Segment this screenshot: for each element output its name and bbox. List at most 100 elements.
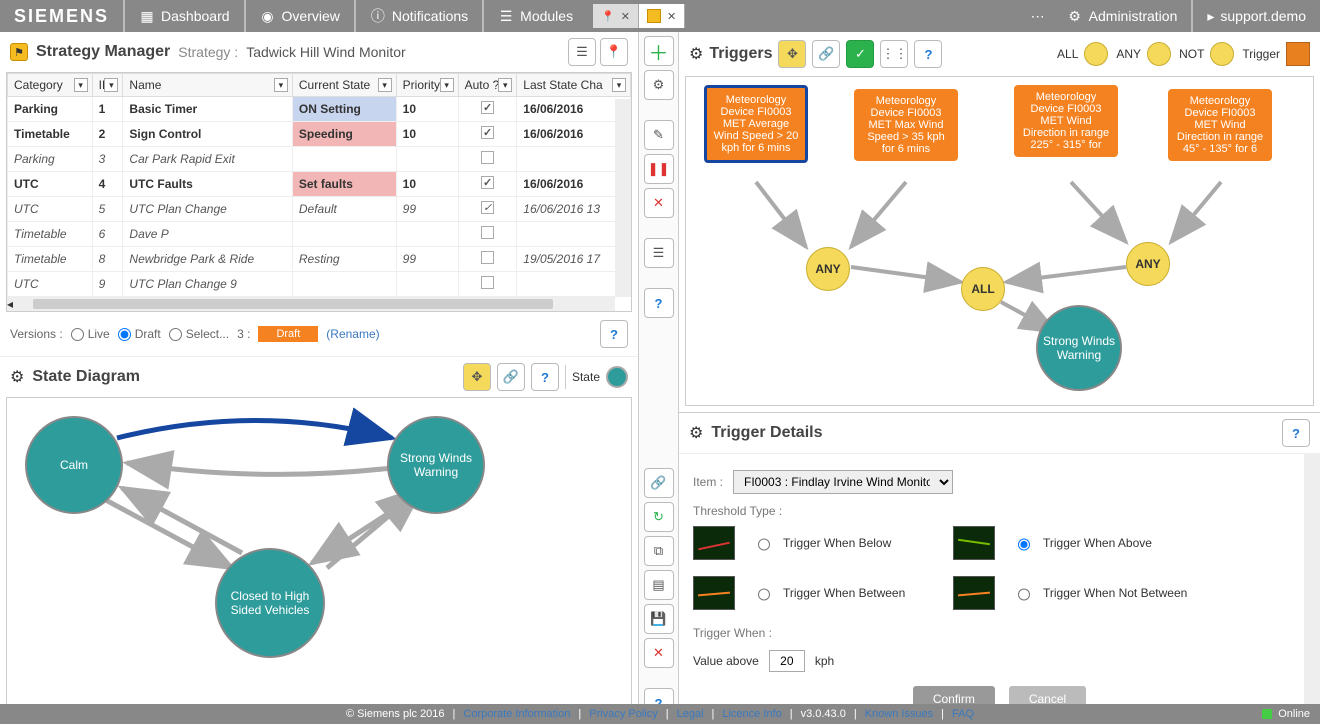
rename-link[interactable]: (Rename) (326, 327, 379, 341)
tab-strategy[interactable]: ✕ (639, 4, 685, 28)
value-input[interactable] (769, 650, 805, 672)
state-node-closed[interactable]: Closed to High Sided Vehicles (215, 548, 325, 658)
opt-between[interactable] (758, 588, 770, 601)
settings-button[interactable]: ⚙ (644, 70, 674, 100)
nav-dashboard[interactable]: ▦Dashboard (125, 0, 244, 32)
filter-icon[interactable]: ▾ (378, 78, 392, 92)
version-live[interactable]: Live (71, 327, 110, 341)
version-draft[interactable]: Draft (118, 327, 161, 341)
opt-notbetween[interactable] (1018, 588, 1030, 601)
footer-link[interactable]: Privacy Policy (589, 708, 657, 720)
table-row[interactable]: Parking1Basic TimerON Setting1016/06/201… (8, 97, 631, 122)
logic-all[interactable]: ALL (961, 267, 1005, 311)
move-tool[interactable]: ✥ (463, 363, 491, 391)
list-button[interactable]: ☰ (644, 238, 674, 268)
edit-button[interactable]: ✎ (644, 120, 674, 150)
state-node-strong-winds[interactable]: Strong Winds Warning (387, 416, 485, 514)
move-tool[interactable]: ✥ (778, 40, 806, 68)
more-icon[interactable]: ⋯ (1023, 8, 1053, 25)
version-select[interactable]: Select... (169, 327, 229, 341)
col-header[interactable]: Current State▾ (292, 74, 396, 97)
close-icon[interactable]: ✕ (667, 10, 676, 23)
copy-button[interactable]: ⧉ (644, 536, 674, 566)
trigger-result[interactable]: Strong Winds Warning (1036, 305, 1122, 391)
auto-checkbox[interactable] (481, 101, 494, 114)
auto-checkbox[interactable] (481, 251, 494, 264)
link-button[interactable]: 🔗 (644, 468, 674, 498)
filter-icon[interactable]: ▾ (612, 78, 626, 92)
user-menu[interactable]: ▸support.demo (1193, 0, 1320, 32)
footer-link[interactable]: FAQ (952, 708, 974, 720)
nav-overview[interactable]: ◉Overview (246, 0, 354, 32)
logic-any-1[interactable]: ANY (806, 247, 850, 291)
filter-icon[interactable]: ▾ (498, 78, 512, 92)
pin-icon: 📍 (601, 10, 615, 23)
horizontal-scrollbar[interactable]: ◂ (7, 297, 615, 311)
layers-button[interactable]: ▤ (644, 570, 674, 600)
footer-link[interactable]: Licence Info (722, 708, 781, 720)
col-header[interactable]: ID▾ (92, 74, 123, 97)
footer-link[interactable]: Known Issues (865, 708, 933, 720)
nav-administration[interactable]: ⚙Administration (1053, 0, 1192, 32)
auto-checkbox[interactable] (481, 226, 494, 239)
col-header[interactable]: Last State Cha▾ (517, 74, 631, 97)
logic-any-2[interactable]: ANY (1126, 242, 1170, 286)
vertical-scrollbar[interactable] (615, 99, 631, 297)
triggers-canvas[interactable]: Meteorology Device FI0003 MET Average Wi… (685, 76, 1314, 406)
help-button[interactable]: ? (644, 288, 674, 318)
details-scrollbar[interactable] (1304, 454, 1320, 722)
footer-link[interactable]: Legal (677, 708, 704, 720)
trigger-box-1[interactable]: Meteorology Device FI0003 MET Average Wi… (704, 85, 808, 163)
filter-icon[interactable]: ▾ (104, 78, 118, 92)
state-indicator[interactable] (606, 366, 628, 388)
help-button[interactable]: ? (1282, 419, 1310, 447)
table-row[interactable]: UTC9UTC Plan Change 9 (8, 272, 631, 297)
col-header[interactable]: Priority▾ (396, 74, 458, 97)
list-view-button[interactable]: ☰ (568, 38, 596, 66)
col-header[interactable]: Name▾ (123, 74, 292, 97)
col-header[interactable]: Auto ?▾ (458, 74, 517, 97)
help-button[interactable]: ? (600, 320, 628, 348)
filter-icon[interactable]: ▾ (74, 78, 88, 92)
table-row[interactable]: Timetable6Dave P (8, 222, 631, 247)
delete-button[interactable]: ✕ (644, 188, 674, 218)
add-button[interactable]: ＋ (644, 36, 674, 66)
save-button[interactable]: 💾 (644, 604, 674, 634)
item-select[interactable]: FI0003 : Findlay Irvine Wind Monitor (733, 470, 953, 494)
table-row[interactable]: UTC4UTC FaultsSet faults1016/06/2016 (8, 172, 631, 197)
trigger-box-2[interactable]: Meteorology Device FI0003 MET Max Wind S… (854, 89, 958, 161)
nav-modules[interactable]: ☰Modules (484, 0, 587, 32)
confirm-tool[interactable]: ✓ (846, 40, 874, 68)
table-row[interactable]: Timetable2Sign ControlSpeeding1016/06/20… (8, 122, 631, 147)
auto-checkbox[interactable] (481, 151, 494, 164)
pause-button[interactable]: ❚❚ (644, 154, 674, 184)
auto-checkbox[interactable] (481, 176, 494, 189)
refresh-button[interactable]: ↻ (644, 502, 674, 532)
trigger-box-4[interactable]: Meteorology Device FI0003 MET Wind Direc… (1168, 89, 1272, 161)
table-row[interactable]: UTC5UTC Plan ChangeDefault9916/06/2016 1… (8, 197, 631, 222)
state-node-calm[interactable]: Calm (25, 416, 123, 514)
tab-map[interactable]: 📍✕ (593, 4, 639, 28)
close-icon[interactable]: ✕ (621, 10, 630, 23)
link-tool[interactable]: 🔗 (812, 40, 840, 68)
opt-below[interactable] (758, 538, 770, 551)
link-tool[interactable]: 🔗 (497, 363, 525, 391)
help-button[interactable]: ? (531, 363, 559, 391)
auto-checkbox[interactable] (481, 126, 494, 139)
auto-checkbox[interactable] (481, 276, 494, 289)
state-diagram-canvas[interactable]: Calm Strong Winds Warning Closed to High… (6, 397, 632, 716)
opt-above[interactable] (1018, 538, 1030, 551)
grid-tool[interactable]: ⋮⋮ (880, 40, 908, 68)
delete-state-button[interactable]: ✕ (644, 638, 674, 668)
map-view-button[interactable]: 📍 (600, 38, 628, 66)
col-header[interactable]: Category▾ (8, 74, 93, 97)
auto-checkbox[interactable] (481, 201, 494, 214)
filter-icon[interactable]: ▾ (274, 78, 288, 92)
footer-link[interactable]: Corporate Information (463, 708, 570, 720)
nav-notifications[interactable]: ⓘNotifications (356, 0, 482, 32)
trigger-box-3[interactable]: Meteorology Device FI0003 MET Wind Direc… (1014, 85, 1118, 157)
table-row[interactable]: Timetable8Newbridge Park & RideResting99… (8, 247, 631, 272)
filter-icon[interactable]: ▾ (440, 78, 454, 92)
table-row[interactable]: Parking3Car Park Rapid Exit (8, 147, 631, 172)
help-button[interactable]: ? (914, 40, 942, 68)
